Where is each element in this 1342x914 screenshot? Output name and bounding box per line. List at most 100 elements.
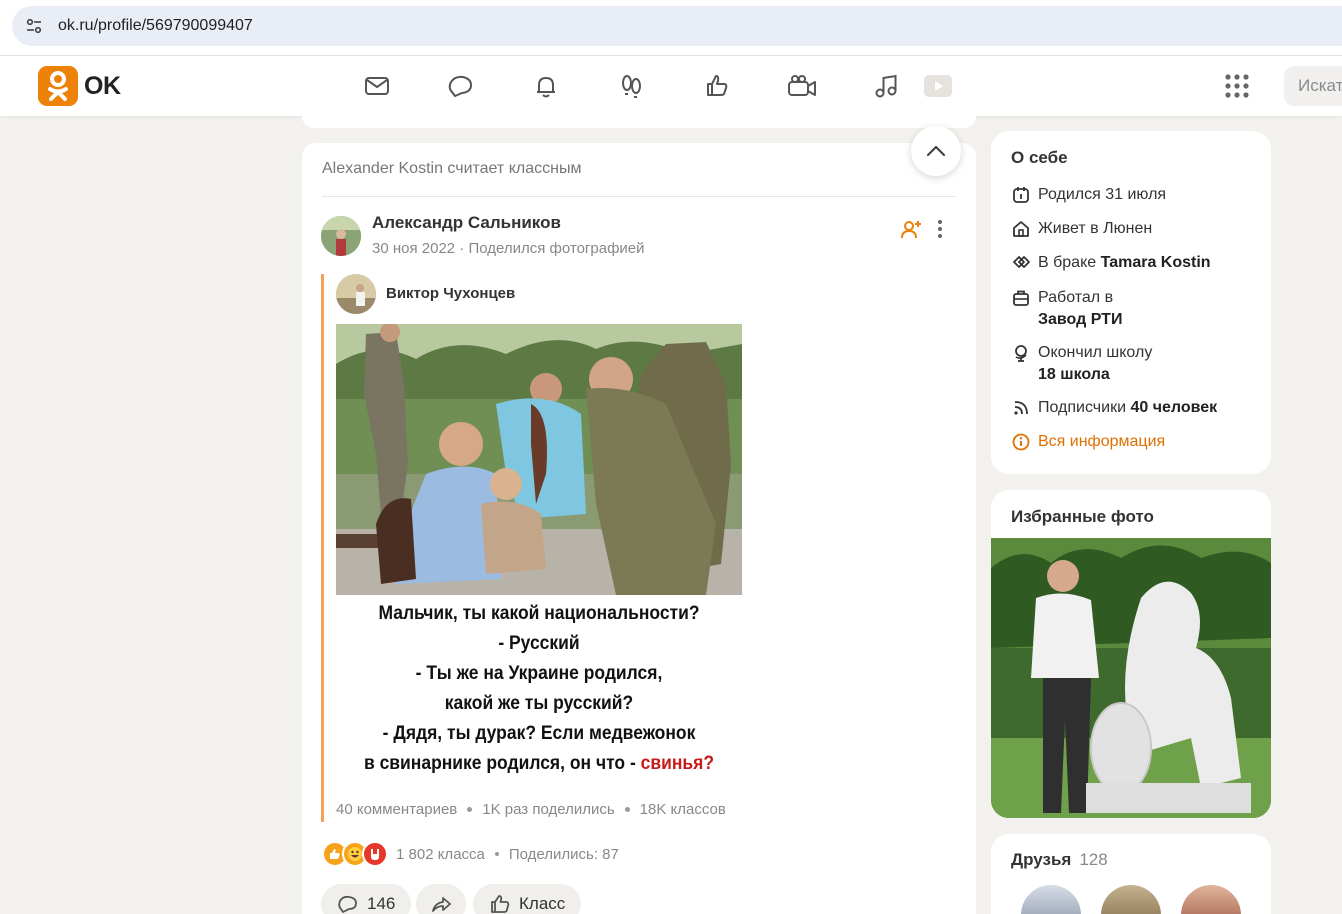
favorite-photo[interactable]: [991, 538, 1271, 818]
reactions-bar[interactable]: 1 802 класса Поделились: 87: [322, 841, 619, 867]
all-info-text[interactable]: Вся информация: [1038, 431, 1165, 453]
subscribers-count[interactable]: 40 человек: [1130, 397, 1217, 419]
marriage-prefix: В браке: [1038, 254, 1097, 271]
like-icon: [491, 895, 510, 913]
ok-logo-text: OK: [84, 71, 121, 100]
ok-logo-icon: [38, 66, 78, 106]
friends-title[interactable]: Друзья 128: [1011, 850, 1108, 870]
meme-caption-line: какой же ты русский?: [444, 693, 634, 714]
meme-caption-red-word: свинья?: [640, 753, 715, 774]
residence-text[interactable]: Живет в Люнен: [1038, 218, 1152, 240]
shared-count[interactable]: Поделились: 87: [509, 846, 619, 863]
friend-avatar[interactable]: [1181, 885, 1241, 914]
about-birthday: Родился 31 июля: [1011, 184, 1166, 206]
post-image[interactable]: Мальчик, ты какой национальности? - Русс…: [336, 324, 742, 784]
meme-caption-line: - Русский: [498, 633, 580, 654]
divider: [322, 196, 956, 197]
reposter-name[interactable]: Виктор Чухонцев: [386, 285, 515, 302]
discussions-icon[interactable]: [445, 70, 477, 102]
about-title: О себе: [1011, 148, 1068, 167]
school-name[interactable]: 18 школа: [1038, 366, 1110, 383]
about-residence: Живет в Люнен: [1011, 218, 1152, 240]
info-icon: [1011, 431, 1031, 453]
work-prefix: Работал в: [1038, 289, 1114, 306]
repost-shares-count[interactable]: 1K раз поделились: [482, 801, 614, 818]
post-author-name[interactable]: Александр Сальников: [372, 213, 561, 233]
likes-icon[interactable]: [701, 70, 733, 102]
meme-caption-last-line: в свинарнике родился, он что - свинья?: [352, 749, 726, 779]
spouse-name[interactable]: Tamara Kostin: [1101, 252, 1211, 274]
separator-dot: [494, 852, 499, 856]
site-header: OK Искать: [0, 56, 1342, 116]
separator-dot: [467, 807, 473, 812]
comment-button[interactable]: 146: [321, 884, 412, 914]
chevron-up-icon: [926, 145, 946, 157]
search-input[interactable]: Искать: [1284, 66, 1342, 106]
like-label: Класс: [519, 894, 566, 913]
comment-icon: [338, 895, 357, 913]
repost-stats: 40 комментариев 1K раз поделились 18K кл…: [336, 801, 726, 818]
ok-logo[interactable]: OK: [38, 66, 121, 106]
work-place[interactable]: Завод РТИ: [1038, 311, 1122, 328]
calendar-icon: [1011, 184, 1031, 206]
reaction-rock-icon: [362, 841, 388, 867]
friend-avatar[interactable]: [1101, 885, 1161, 914]
music-icon[interactable]: [870, 70, 902, 102]
friends-label: Друзья: [1011, 850, 1072, 869]
subscribers-prefix: Подписчики: [1038, 399, 1127, 416]
briefcase-icon: [1011, 287, 1031, 309]
scroll-to-top-button[interactable]: [911, 126, 961, 176]
reactions-count[interactable]: 1 802 класса: [396, 846, 485, 863]
rss-icon: [1011, 397, 1031, 419]
post-meta: 30 ноя 2022 · Поделился фотографией: [372, 240, 645, 257]
feed-post-card: Alexander Kostin считает классным Алекса…: [302, 143, 976, 914]
favorite-photos-title[interactable]: Избранные фото: [1011, 507, 1154, 527]
repost-likes-count[interactable]: 18K классов: [640, 801, 726, 818]
all-info-link[interactable]: Вся информация: [1011, 431, 1165, 453]
about-school: Окончил школу 18 школа: [1011, 342, 1152, 386]
reposter-avatar[interactable]: [336, 274, 376, 314]
home-icon: [1011, 218, 1031, 240]
share-button[interactable]: [416, 884, 466, 914]
video-calls-icon[interactable]: [786, 70, 818, 102]
meme-caption-line: Мальчик, ты какой национальности?: [378, 603, 700, 624]
address-bar[interactable]: ok.ru/profile/569790099407: [12, 6, 1342, 46]
browser-toolbar: ok.ru/profile/569790099407: [0, 0, 1342, 56]
comment-count: 146: [367, 894, 396, 913]
friends-count: 128: [1079, 850, 1108, 869]
repost-accent-line: [321, 274, 324, 822]
meme-caption-line: в свинарнике родился, он что -: [363, 753, 636, 774]
meme-caption-line: - Дядя, ты дурак? Если медвежонок: [382, 723, 696, 744]
rings-icon: [1011, 252, 1031, 274]
url-text[interactable]: ok.ru/profile/569790099407: [58, 17, 253, 35]
messages-icon[interactable]: [361, 70, 393, 102]
about-card: О себе Родился 31 июля Живет в Люнен В б…: [991, 131, 1271, 474]
notifications-icon[interactable]: [530, 70, 562, 102]
like-button[interactable]: Класс: [473, 884, 582, 914]
about-work: Работал в Завод РТИ: [1011, 287, 1122, 331]
meme-caption: Мальчик, ты какой национальности? - Русс…: [352, 599, 726, 779]
globe-icon: [1011, 342, 1031, 364]
friends-card: Друзья 128: [991, 834, 1271, 914]
meme-photo: [336, 324, 742, 595]
site-settings-icon[interactable]: [24, 16, 44, 36]
meme-caption-line: - Ты же на Украине родился,: [415, 663, 663, 684]
repost-comments-count[interactable]: 40 комментариев: [336, 801, 457, 818]
separator-dot: [624, 807, 630, 812]
friend-avatar[interactable]: [1021, 885, 1081, 914]
about-subscribers: Подписчики 40 человек: [1011, 397, 1217, 419]
video-icon[interactable]: [921, 70, 955, 102]
feed-activity-header[interactable]: Alexander Kostin считает классным: [322, 160, 581, 178]
share-icon: [432, 897, 451, 912]
birthday-text: Родился 31 июля: [1038, 186, 1167, 203]
add-friend-icon[interactable]: [899, 217, 923, 241]
previous-post-card: [302, 116, 976, 128]
guests-icon[interactable]: [615, 70, 647, 102]
about-marriage: В браке Tamara Kostin: [1011, 252, 1211, 274]
reactions-summary: 1 802 класса Поделились: 87: [396, 846, 619, 863]
apps-grid-icon[interactable]: [1223, 72, 1251, 100]
author-avatar[interactable]: [321, 216, 361, 256]
more-options-icon[interactable]: [932, 217, 948, 241]
school-prefix: Окончил школу: [1038, 344, 1153, 361]
favorite-photos-card: Избранные фото: [991, 490, 1271, 818]
